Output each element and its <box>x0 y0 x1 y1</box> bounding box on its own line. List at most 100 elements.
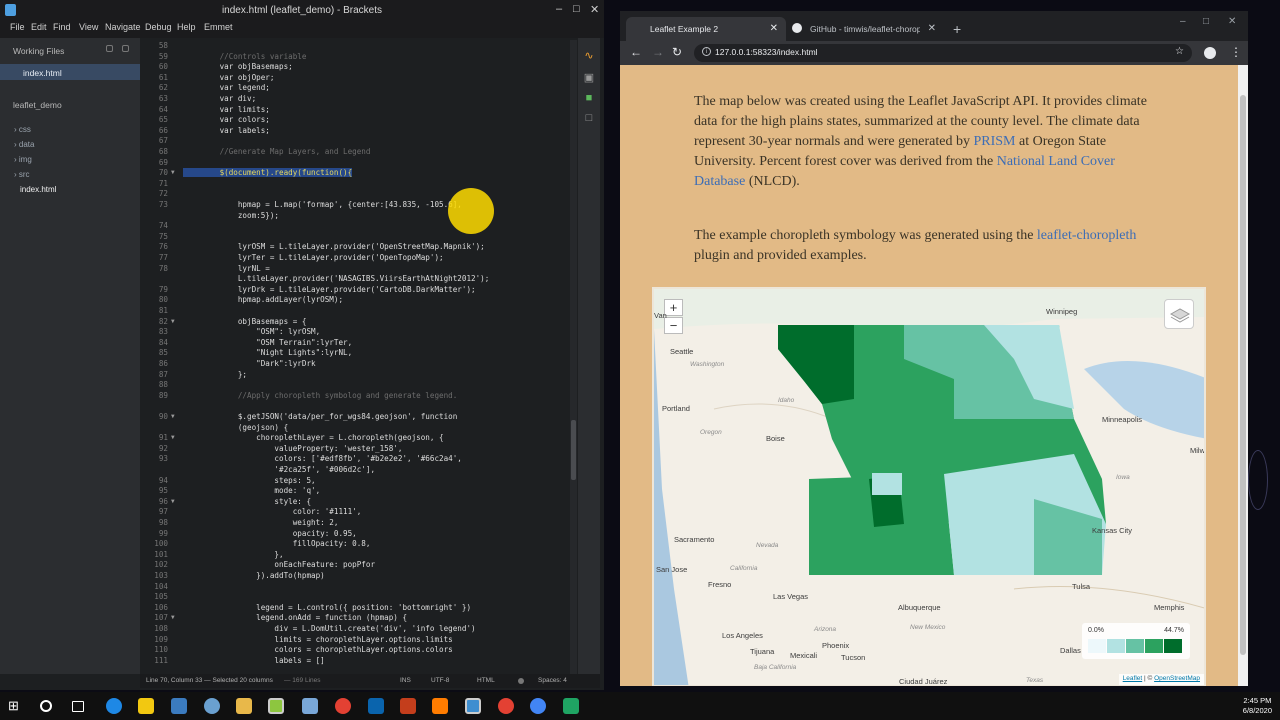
indent-setting[interactable]: Spaces: 4 <box>538 677 567 684</box>
menu-find[interactable]: Find <box>53 22 71 32</box>
app-icon-2[interactable] <box>530 698 546 714</box>
fold-arrow-icon[interactable]: ▼ <box>171 434 175 441</box>
code-line[interactable]: div = L.DomUtil.create('div', 'info lege… <box>183 624 475 633</box>
code-line[interactable]: //Generate Map Layers, and Legend <box>183 147 371 156</box>
language-select[interactable]: HTML <box>477 677 495 684</box>
tree-file-index[interactable]: index.html <box>20 185 56 194</box>
code-editor[interactable]: 58 59 60 61 62 63 64 65 66 67 68 69 70 ▼ 71 72 73 74 75 76 7… <box>140 38 577 674</box>
fold-arrow-icon[interactable]: ▼ <box>171 169 175 176</box>
menu-navigate[interactable]: Navigate <box>105 22 141 32</box>
code-line[interactable]: var labels; <box>183 126 270 135</box>
code-line[interactable]: var div; <box>183 94 257 103</box>
code-line[interactable]: fillOpacity: 0.8, <box>183 539 371 548</box>
chrome-window-icon[interactable] <box>498 698 514 714</box>
editor-scroll-thumb[interactable] <box>571 420 576 480</box>
menu-help[interactable]: Help <box>177 22 196 32</box>
code-line[interactable]: var objBasemaps; <box>183 62 293 71</box>
code-line[interactable]: colors: ['#edf8fb', '#b2e2e2', '#66c2a4'… <box>183 454 461 463</box>
split-view-icon[interactable] <box>122 45 129 52</box>
tree-folder-img[interactable]: › img <box>14 155 32 164</box>
chrome-icon[interactable] <box>335 698 351 714</box>
new-tab-icon[interactable]: + <box>953 21 961 37</box>
code-line[interactable]: choroplethLayer = L.choropleth(geojson, … <box>183 433 443 442</box>
page-scroll-thumb[interactable] <box>1240 95 1246 655</box>
leaflet-choropleth-link[interactable]: leaflet-choropleth <box>1037 228 1137 243</box>
back-icon[interactable]: ← <box>630 45 642 59</box>
file-explorer-icon[interactable] <box>236 698 252 714</box>
code-line[interactable]: "Night Lights":lyrNL, <box>183 348 352 357</box>
info-icon[interactable]: i <box>702 47 711 56</box>
file-icon[interactable]: □ <box>583 112 595 124</box>
close-icon[interactable]: ✕ <box>1228 16 1236 27</box>
fold-arrow-icon[interactable]: ▼ <box>171 498 175 505</box>
fold-arrow-icon[interactable]: ▼ <box>171 413 175 420</box>
code-line[interactable]: opacity: 0.95, <box>183 529 357 538</box>
forward-icon[interactable]: → <box>652 45 664 59</box>
menu-kebab-icon[interactable]: ⋮ <box>1230 45 1242 59</box>
code-line[interactable]: L.tileLayer.provider('NASAGIBS.ViirsEart… <box>183 274 489 283</box>
tab-close-icon[interactable]: ✕ <box>770 23 778 34</box>
code-line[interactable]: }).addTo(hpmap) <box>183 571 325 580</box>
tree-folder-data[interactable]: › data <box>14 140 34 149</box>
choropleth-region-west[interactable] <box>778 325 854 404</box>
editor-scrollbar[interactable] <box>570 40 577 674</box>
search-icon[interactable] <box>40 700 52 712</box>
code-line[interactable]: color: '#1111', <box>183 507 362 516</box>
tab-close-icon[interactable]: ✕ <box>928 23 936 34</box>
code-line[interactable]: limits = choroplethLayer.options.limits <box>183 635 452 644</box>
tree-folder-src[interactable]: › src <box>14 170 30 179</box>
code-line[interactable]: "OSM Terrain":lyrTer, <box>183 338 352 347</box>
code-line[interactable]: lyrNL = <box>183 264 270 273</box>
bookmark-star-icon[interactable]: ☆ <box>1175 46 1184 57</box>
minimize-icon[interactable]: – <box>1180 16 1186 27</box>
code-line[interactable]: style: { <box>183 497 311 506</box>
extension-manager-icon[interactable]: ▣ <box>583 72 595 84</box>
menu-debug[interactable]: Debug <box>145 22 172 32</box>
project-title[interactable]: leaflet_demo <box>13 100 62 110</box>
close-icon[interactable]: ✕ <box>590 3 599 16</box>
code-line[interactable]: "OSM": lyrOSM, <box>183 327 320 336</box>
store-icon[interactable] <box>138 698 154 714</box>
vscode-icon[interactable] <box>465 698 481 714</box>
code-line[interactable]: zoom:5}); <box>183 211 279 220</box>
page-scrollbar[interactable] <box>1238 65 1248 686</box>
leaflet-map[interactable]: + − Winnipeg Seattle Portland Boise Minn… <box>652 287 1206 686</box>
code-line[interactable]: steps: 5, <box>183 476 315 485</box>
code-line[interactable]: var objOper; <box>183 73 275 82</box>
menu-emmet[interactable]: Emmet <box>204 22 233 32</box>
edge-icon[interactable] <box>106 698 122 714</box>
menu-edit[interactable]: Edit <box>31 22 47 32</box>
code-line[interactable]: valueProperty: 'wester_158', <box>183 444 402 453</box>
code-line[interactable]: lyrTer = L.tileLayer.provider('OpenTopoM… <box>183 253 444 262</box>
menu-view[interactable]: View <box>79 22 98 32</box>
code-line[interactable]: (geojson) { <box>183 423 288 432</box>
app-icon-3[interactable] <box>563 698 579 714</box>
powerpoint-icon[interactable] <box>400 698 416 714</box>
linter-status-icon[interactable] <box>518 678 524 684</box>
tab-leaflet-example[interactable]: Leaflet Example 2 ✕ <box>626 17 786 41</box>
fold-arrow-icon[interactable]: ▼ <box>171 614 175 621</box>
osm-link[interactable]: OpenStreetMap <box>1154 675 1200 682</box>
maximize-icon[interactable]: □ <box>573 3 580 15</box>
live-preview-icon[interactable]: ∿ <box>583 50 595 62</box>
app-icon[interactable] <box>204 698 220 714</box>
layers-control-button[interactable] <box>1164 299 1194 329</box>
minimize-icon[interactable]: – <box>556 3 562 15</box>
code-line[interactable]: colors = choroplethLayer.options.colors <box>183 645 452 654</box>
code-line[interactable]: var legend; <box>183 83 270 92</box>
code-line[interactable]: $(document).ready(function(){ <box>183 168 353 178</box>
notepad-icon[interactable] <box>302 698 318 714</box>
code-line[interactable]: labels = [] <box>183 656 324 665</box>
tree-folder-css[interactable]: › css <box>14 125 31 134</box>
zoom-out-button[interactable]: − <box>664 317 683 334</box>
code-line[interactable]: legend = L.control({ position: 'bottomri… <box>183 603 471 612</box>
code-line[interactable]: lyrOSM = L.tileLayer.provider('OpenStree… <box>183 242 485 251</box>
code-line[interactable]: hpmap = L.map('formap', {center:[43.835,… <box>183 200 462 209</box>
code-line[interactable]: onEachFeature: popPfor <box>183 560 375 569</box>
code-line[interactable]: mode: 'q', <box>183 486 320 495</box>
maximize-icon[interactable]: □ <box>1203 16 1209 27</box>
insert-mode[interactable]: INS <box>400 677 411 684</box>
code-line[interactable]: "Dark":lyrDrk <box>183 359 315 368</box>
task-view-icon[interactable] <box>72 701 84 712</box>
code-line[interactable]: '#2ca25f', '#006d2c'], <box>183 465 375 474</box>
